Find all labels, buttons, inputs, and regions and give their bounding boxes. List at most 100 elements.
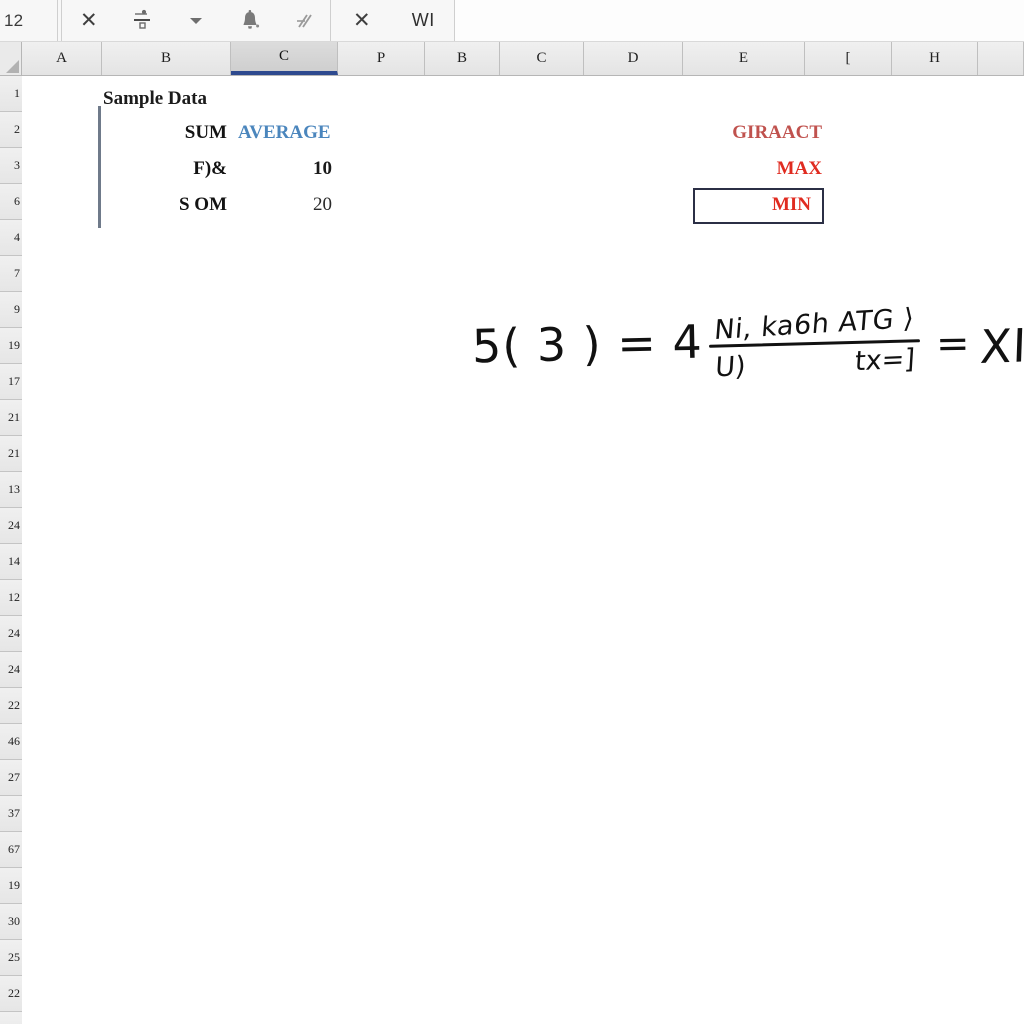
chevron-down-icon[interactable] [179,4,213,38]
column-header-C-5[interactable]: C [500,42,584,75]
slashes-icon[interactable] [286,4,320,38]
row-header-23[interactable]: 30 [0,904,22,940]
row-header-0[interactable]: 1 [0,76,22,112]
fraction-icon[interactable] [125,4,159,38]
row-header-25[interactable]: 22 [0,976,22,1012]
column-header-C-2[interactable]: C [231,42,338,75]
formula-denominator-left: U) [714,350,747,384]
row-header-label: 46 [8,734,20,748]
row-header-16[interactable]: 24 [0,652,22,688]
row-header-19[interactable]: 27 [0,760,22,796]
toolbar: 12 ✕ ✕ WI [0,0,1024,42]
column-header-label: A [56,50,67,66]
column-header-label: D [627,50,639,66]
toolbar-main-group: ✕ [61,0,331,41]
row-header-8[interactable]: 17 [0,364,22,400]
row-header-26[interactable]: 54 [0,1012,22,1024]
column-header-D-6[interactable]: D [584,42,683,75]
row-header-7[interactable]: 19 [0,328,22,364]
row-header-1[interactable]: 2 [0,112,22,148]
column-header-E-7[interactable]: E [683,42,805,75]
row-header-5[interactable]: 7 [0,256,22,292]
row-header-14[interactable]: 12 [0,580,22,616]
cell-min-label[interactable]: MIN [622,194,811,216]
cell-row2-label[interactable]: F)& [152,158,227,180]
toolbar-right-group: ✕ WI [331,0,455,41]
row-header-label: 22 [8,986,20,1000]
row-header-label: 19 [8,878,20,892]
row-header-label: 21 [8,410,20,424]
row-header-2[interactable]: 3 [0,148,22,184]
column-header-P-3[interactable]: P [338,42,425,75]
column-header-A-0[interactable]: A [22,42,102,75]
handwritten-formula: 5( 3 ) = 4 Ni, ka6h ATG ⟩ U) tx=] = XI()… [471,303,1024,384]
row-header-12[interactable]: 24 [0,508,22,544]
row-header-label: 24 [8,662,20,676]
row-header-label: 30 [8,914,20,928]
row-header-13[interactable]: 14 [0,544,22,580]
column-header-H-9[interactable]: H [892,42,978,75]
row-header-21[interactable]: 67 [0,832,22,868]
formula-rhs: XI()BI)/ [978,314,1024,374]
row-header-17[interactable]: 22 [0,688,22,724]
row-header-10[interactable]: 21 [0,436,22,472]
row-header-label: 6 [14,194,20,208]
row-header-20[interactable]: 37 [0,796,22,832]
spreadsheet-app: 12 ✕ ✕ WI A B C P B C D E [H 1 2 3 6 4 … [0,0,1024,1024]
row-header-label: 24 [8,626,20,640]
row-headers: 1 2 3 6 4 7 9 19 17 21 21 13 24 14 12 24 24 22 46 27 37 67 19 3… [0,76,22,1024]
row-header-label: 21 [8,446,20,460]
row-header-15[interactable]: 24 [0,616,22,652]
row-header-label: 25 [8,950,20,964]
row-header-label: 3 [14,158,20,172]
row-header-label: 14 [8,554,20,568]
row-header-label: 19 [8,338,20,352]
cell-row3-value[interactable]: 20 [272,194,332,216]
row-header-24[interactable]: 25 [0,940,22,976]
row-header-4[interactable]: 4 [0,220,22,256]
row-header-9[interactable]: 21 [0,400,22,436]
column-header-blank-10[interactable] [978,42,1024,75]
font-size-indicator[interactable]: 12 [4,11,23,31]
close-x-icon-secondary[interactable]: ✕ [345,4,379,38]
toolbar-size-group: 12 [0,0,58,41]
column-header-label: C [278,48,289,64]
cell-sum-label[interactable]: SUM [152,122,227,144]
cell-row2-value[interactable]: 10 [272,158,332,180]
cell-sample-data-title[interactable]: Sample Data [103,88,207,110]
left-vertical-rule [98,106,101,228]
cell-row3-label[interactable]: S OM [152,194,227,216]
close-x-icon[interactable]: ✕ [72,4,106,38]
cell-max-label[interactable]: MAX [622,158,822,180]
row-header-label: 13 [8,482,20,496]
row-header-11[interactable]: 13 [0,472,22,508]
sheet-canvas[interactable]: Sample Data SUM AVERAGE F)& 10 S OM 20 G… [22,76,1024,1024]
row-header-22[interactable]: 19 [0,868,22,904]
select-all-corner[interactable] [0,42,22,76]
row-header-label: 27 [8,770,20,784]
column-header-label: H [929,50,940,66]
formula-fraction: Ni, ka6h ATG ⟩ U) tx=] [708,303,921,384]
column-header-label: E [738,50,749,66]
row-header-label: 22 [8,698,20,712]
cell-average-label[interactable]: AVERAGE [238,122,331,144]
bell-icon[interactable] [233,4,267,38]
column-header-label: B [456,50,467,66]
cell-giraact-label[interactable]: GIRAACT [622,122,822,144]
formula-denominator-right: tx=] [853,343,916,378]
column-header-label: C [536,50,547,66]
row-header-label: 24 [8,518,20,532]
close-x-label: ✕ [352,9,371,32]
column-header-label: [ [845,50,851,66]
row-header-6[interactable]: 9 [0,292,22,328]
wi-button[interactable]: WI [406,4,440,38]
row-header-18[interactable]: 46 [0,724,22,760]
row-header-3[interactable]: 6 [0,184,22,220]
column-header-B-1[interactable]: B [102,42,231,75]
select-all-triangle-icon [6,60,19,73]
row-header-label: 7 [14,266,20,280]
row-header-label: 67 [8,842,20,856]
row-header-label: 37 [8,806,20,820]
column-header-B-4[interactable]: B [425,42,500,75]
column-header-[-8[interactable]: [ [805,42,892,75]
